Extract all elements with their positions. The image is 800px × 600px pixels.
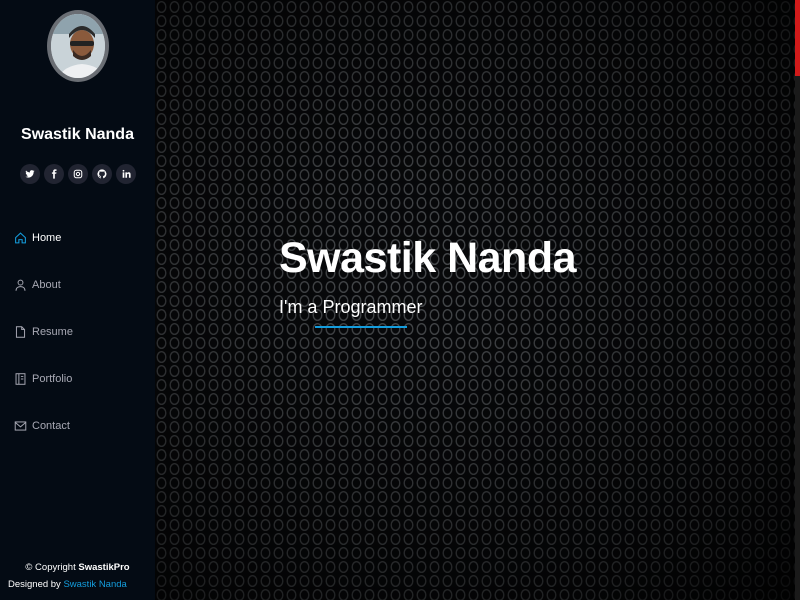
book-icon [14,372,27,386]
twitter-icon[interactable] [20,164,40,184]
copyright-brand: SwastikPro [78,562,130,573]
github-icon[interactable] [92,164,112,184]
home-icon [14,231,27,245]
copyright: © Copyright SwastikPro [0,562,155,573]
designed-prefix: Designed by [8,579,61,590]
nav-item-contact[interactable]: Contact [14,416,73,436]
nav-label-contact: Contact [32,420,70,432]
social-links [20,164,136,184]
nav-item-about[interactable]: About [14,275,73,295]
nav-item-home[interactable]: Home [14,228,73,248]
hero-section: Swastik Nanda I'm a Programmer [155,0,795,600]
copyright-prefix: © Copyright [25,562,76,573]
linkedin-icon[interactable] [116,164,136,184]
nav-item-resume[interactable]: Resume [14,322,73,342]
nav-item-portfolio[interactable]: Portfolio [14,369,73,389]
profile-name: Swastik Nanda [21,126,134,143]
sidebar: Swastik Nanda Home About Resume Portfoli… [0,0,155,600]
profile-photo [51,14,105,78]
user-icon [14,278,27,292]
file-icon [14,325,27,339]
scrollbar-thumb[interactable] [795,0,800,76]
nav-label-about: About [32,279,61,291]
hero-title: Swastik Nanda [279,234,577,282]
hero-subtitle: I'm a Programmer [279,297,423,317]
nav-label-home: Home [32,232,62,244]
scrollbar[interactable] [795,0,800,600]
facebook-icon[interactable] [44,164,64,184]
designer-link[interactable]: Swastik Nanda [63,579,126,590]
nav-label-resume: Resume [32,326,73,338]
instagram-icon[interactable] [68,164,88,184]
nav-label-portfolio: Portfolio [32,373,73,385]
typed-underline [315,326,407,328]
nav-menu: Home About Resume Portfolio Contact [14,228,73,463]
sidebar-footer: © Copyright SwastikPro Designed by Swast… [0,562,155,590]
envelope-icon [14,419,27,433]
designed-by: Designed by Swastik Nanda [0,579,155,590]
avatar[interactable] [47,10,109,82]
hero-vignette [155,0,795,600]
